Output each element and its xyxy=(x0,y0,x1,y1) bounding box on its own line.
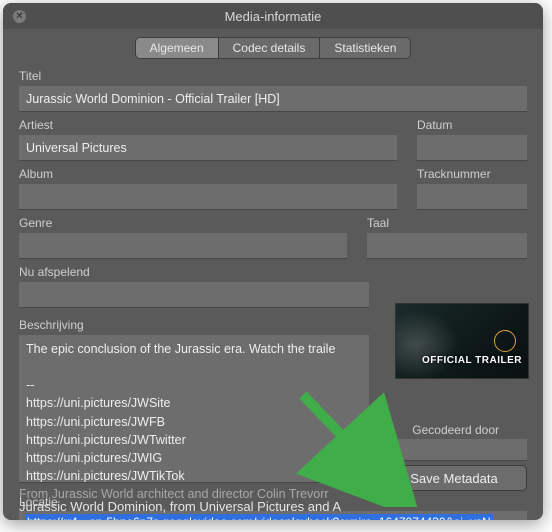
label-nowplaying: Nu afspelend xyxy=(19,265,527,279)
label-album: Album xyxy=(19,167,397,181)
tab-general[interactable]: Algemeen xyxy=(135,37,219,59)
general-panel: Titel Artiest Datum Album Tracknummer xyxy=(3,65,543,520)
label-trackno: Tracknummer xyxy=(417,167,527,181)
label-artist: Artiest xyxy=(19,118,397,132)
close-button[interactable]: ✕ xyxy=(13,10,26,23)
title-field[interactable] xyxy=(19,86,527,112)
nowplaying-field[interactable] xyxy=(19,282,369,308)
jurassic-logo-icon xyxy=(494,330,516,352)
tab-codec-details[interactable]: Codec details xyxy=(219,37,321,59)
thumbnail-overlay-text: OFFICIAL TRAILER xyxy=(422,355,522,366)
label-encodedby: Gecodeerd door xyxy=(412,423,499,437)
save-metadata-button[interactable]: Save Metadata xyxy=(381,465,527,491)
label-genre: Genre xyxy=(19,216,347,230)
label-title: Titel xyxy=(19,69,527,83)
language-field[interactable] xyxy=(367,233,527,259)
location-value: https://rr4---sn-5hne6n7s.googlevideo.co… xyxy=(25,514,493,520)
tab-statistics[interactable]: Statistieken xyxy=(320,37,411,59)
titlebar: ✕ Media-informatie xyxy=(3,3,543,29)
description-field[interactable] xyxy=(19,335,369,483)
trackno-field[interactable] xyxy=(417,184,527,210)
genre-field[interactable] xyxy=(19,233,347,259)
thumbnail-art xyxy=(396,304,466,378)
tab-bar: Algemeen Codec details Statistieken xyxy=(3,29,543,65)
artist-field[interactable] xyxy=(19,135,397,161)
label-language: Taal xyxy=(367,216,527,230)
video-thumbnail[interactable]: OFFICIAL TRAILER xyxy=(395,303,529,379)
encodedby-field[interactable] xyxy=(381,439,527,461)
label-description: Beschrijving xyxy=(19,318,369,332)
album-field[interactable] xyxy=(19,184,397,210)
description-continued-text: Jurassic World Dominion, from Universal … xyxy=(19,499,341,514)
window-title: Media-informatie xyxy=(3,9,543,24)
label-date: Datum xyxy=(417,118,527,132)
media-info-window: ✕ Media-informatie Algemeen Codec detail… xyxy=(3,3,543,520)
date-field[interactable] xyxy=(417,135,527,161)
